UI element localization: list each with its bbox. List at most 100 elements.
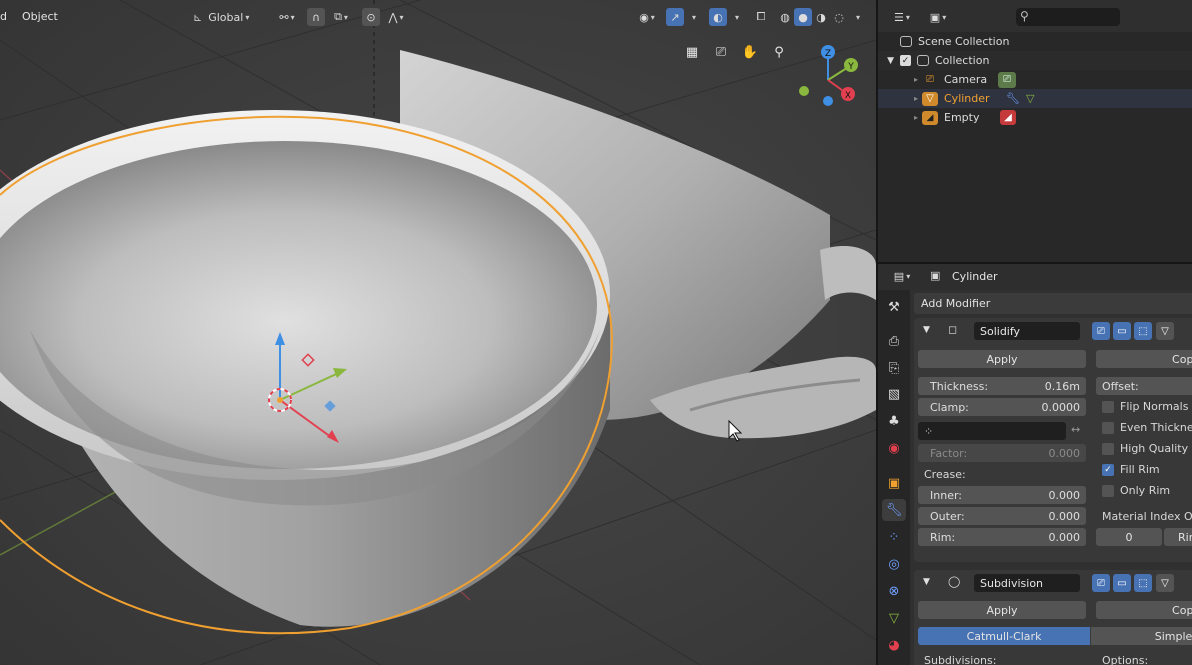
- tool-tab-icon[interactable]: ⚒: [882, 296, 906, 318]
- visibility-dropdown[interactable]: ◉ ▾: [633, 8, 661, 26]
- high-quality-normals-checkbox[interactable]: [1102, 443, 1114, 455]
- outliner-search-input[interactable]: ⚲: [1016, 8, 1120, 26]
- overlays-dropdown[interactable]: ▾: [729, 8, 743, 26]
- exclude-checkbox[interactable]: ✓: [900, 55, 911, 66]
- on-cage-icon[interactable]: ▽: [1156, 322, 1174, 340]
- display-mode-dropdown[interactable]: ☰ ▾: [888, 8, 916, 26]
- image-icon[interactable]: ◢: [1000, 110, 1016, 125]
- outer-crease-field[interactable]: Outer: 0.000: [918, 507, 1086, 525]
- outer-label: Outer:: [930, 509, 965, 523]
- solidify-copy-button[interactable]: Copy: [1096, 350, 1192, 368]
- subdivision-copy-button[interactable]: Copy: [1096, 601, 1192, 619]
- offset-field[interactable]: Offset:: [1096, 377, 1192, 395]
- factor-field[interactable]: Factor: 0.000: [918, 444, 1086, 462]
- material-rim-label: Rim: [1178, 530, 1192, 544]
- show-viewport-icon[interactable]: ▭: [1113, 322, 1131, 340]
- proportional-edit-toggle[interactable]: ⊙: [362, 8, 380, 26]
- material-tab-icon[interactable]: ◕: [882, 634, 906, 656]
- crease-label: Crease:: [924, 468, 966, 481]
- add-modifier-button[interactable]: Add Modifier: [914, 293, 1192, 314]
- even-thickness-checkbox[interactable]: [1102, 422, 1114, 434]
- shading-dropdown[interactable]: ▾: [850, 8, 864, 26]
- menu-view-partial[interactable]: d: [0, 10, 7, 23]
- xray-toggle[interactable]: ⧠: [752, 8, 770, 26]
- render-tab-icon[interactable]: ⎙: [882, 330, 906, 352]
- expand-arrow-icon[interactable]: ▸: [878, 94, 922, 103]
- simple-tab[interactable]: Simple: [1091, 627, 1192, 645]
- mesh-data-tab-icon[interactable]: ▽: [882, 607, 906, 629]
- rim-crease-field[interactable]: Rim: 0.000: [918, 528, 1086, 546]
- shading-material[interactable]: ◑: [812, 8, 830, 26]
- fill-rim-checkbox[interactable]: ✓: [1102, 464, 1114, 476]
- mesh-data-icon[interactable]: ▽: [1026, 92, 1034, 105]
- 3d-viewport[interactable]: Z Y X d Object ⊾ Global ▾ ⚯ ▾ ∩ ⧉ ▾ ⊙ ⋀ ▾ ◉…: [0, 0, 876, 665]
- falloff-dropdown[interactable]: ⋀ ▾: [382, 8, 410, 26]
- material-rim-field[interactable]: Rim: [1164, 528, 1192, 546]
- tree-row-collection[interactable]: ▼ ✓ Collection: [878, 51, 1192, 70]
- tree-row-empty[interactable]: ▸ ◢ Empty ◢: [878, 108, 1192, 127]
- show-editmode-icon[interactable]: ⬚: [1134, 574, 1152, 592]
- invert-arrows-icon[interactable]: ↔: [1071, 423, 1080, 436]
- expand-arrow-icon[interactable]: ▸: [878, 75, 922, 84]
- editor-type-dropdown[interactable]: ▤ ▾: [888, 267, 916, 285]
- output-tab-icon[interactable]: ⎘: [882, 357, 906, 379]
- object-tab-icon[interactable]: ▣: [882, 472, 906, 494]
- scene-tab-icon[interactable]: ♣: [882, 410, 906, 432]
- solidify-apply-button[interactable]: Apply: [918, 350, 1086, 368]
- chevron-down-icon: ▾: [343, 12, 348, 22]
- only-rim-checkbox[interactable]: [1102, 485, 1114, 497]
- inner-crease-field[interactable]: Inner: 0.000: [918, 486, 1086, 504]
- filter-dropdown[interactable]: ▣ ▾: [924, 8, 952, 26]
- viewport-scene[interactable]: Z Y X: [0, 0, 876, 665]
- tree-row-cylinder[interactable]: ▸ ▽ Cylinder 🔧︎ ▽: [878, 89, 1192, 108]
- flip-normals-label: Flip Normals: [1120, 400, 1189, 413]
- transform-orientation-dropdown[interactable]: ⊾ Global ▾: [193, 8, 265, 26]
- modifier-wrench-icon[interactable]: 🔧︎: [1006, 92, 1020, 105]
- pan-view-button[interactable]: ✋: [738, 40, 762, 64]
- particles-tab-icon[interactable]: ⁘: [882, 526, 906, 548]
- world-tab-icon[interactable]: ◉: [882, 437, 906, 459]
- collapse-arrow-icon[interactable]: ▼: [878, 56, 900, 66]
- toggle-camera-view-button[interactable]: ▦: [680, 40, 704, 64]
- outliner[interactable]: ☰ ▾ ▣ ▾ ⚲ Scene Collection ▼ ✓ Collection …: [878, 0, 1192, 262]
- subdivision-apply-button[interactable]: Apply: [918, 601, 1086, 619]
- show-render-icon[interactable]: ⎚: [1092, 574, 1110, 592]
- properties-editor[interactable]: ▤ ▾ ▣ Cylinder ⚒ ⎙ ⎘ ▧ ♣ ◉ ▣ 🔧︎ ⁘ ◎ ⊗ ▽ ◕…: [878, 264, 1192, 665]
- solidify-name-field[interactable]: Solidify: [974, 322, 1080, 340]
- camera-label: Camera: [944, 73, 988, 86]
- snap-toggle[interactable]: ∩: [307, 8, 325, 26]
- camera-data-icon[interactable]: ⎚: [998, 71, 1016, 88]
- pivot-point-dropdown[interactable]: ⚯ ▾: [274, 8, 300, 26]
- show-render-icon[interactable]: ⎚: [1092, 322, 1110, 340]
- vertex-group-field[interactable]: ⁘: [918, 422, 1066, 440]
- clamp-field[interactable]: Clamp: 0.0000: [918, 398, 1086, 416]
- gizmo-dropdown[interactable]: ▾: [686, 8, 700, 26]
- camera-view-button[interactable]: ⎚: [709, 40, 733, 64]
- subdivision-name-field[interactable]: Subdivision: [974, 574, 1080, 592]
- collapse-arrow-icon[interactable]: ▼: [923, 577, 930, 587]
- menu-object[interactable]: Object: [22, 10, 58, 23]
- shading-rendered[interactable]: ◌: [830, 8, 848, 26]
- show-editmode-icon[interactable]: ⬚: [1134, 322, 1152, 340]
- snap-target-dropdown[interactable]: ⧉ ▾: [328, 8, 354, 26]
- material-offset-field[interactable]: 0: [1096, 528, 1162, 546]
- inner-label: Inner:: [930, 488, 962, 502]
- show-viewport-icon[interactable]: ▭: [1113, 574, 1131, 592]
- tree-row-camera[interactable]: ▸ ⎚ Camera ⎚: [878, 70, 1192, 89]
- on-cage-icon[interactable]: ▽: [1156, 574, 1174, 592]
- tree-row-scene-collection[interactable]: Scene Collection: [878, 32, 1192, 51]
- shading-solid[interactable]: ●: [794, 8, 812, 26]
- constraints-tab-icon[interactable]: ⊗: [882, 580, 906, 602]
- zoom-view-button[interactable]: ⚲: [767, 40, 791, 64]
- thickness-field[interactable]: Thickness: 0.16m: [918, 377, 1086, 395]
- gizmo-toggle[interactable]: ↗: [666, 8, 684, 26]
- expand-arrow-icon[interactable]: ▸: [878, 113, 922, 122]
- view-layer-tab-icon[interactable]: ▧: [882, 383, 906, 405]
- modifier-tab-icon[interactable]: 🔧︎: [882, 499, 906, 521]
- flip-normals-checkbox[interactable]: [1102, 401, 1114, 413]
- collapse-arrow-icon[interactable]: ▼: [923, 325, 930, 335]
- shading-wireframe[interactable]: ◍: [776, 8, 794, 26]
- overlays-toggle[interactable]: ◐: [709, 8, 727, 26]
- physics-tab-icon[interactable]: ◎: [882, 553, 906, 575]
- catmull-clark-tab[interactable]: Catmull-Clark: [918, 627, 1090, 645]
